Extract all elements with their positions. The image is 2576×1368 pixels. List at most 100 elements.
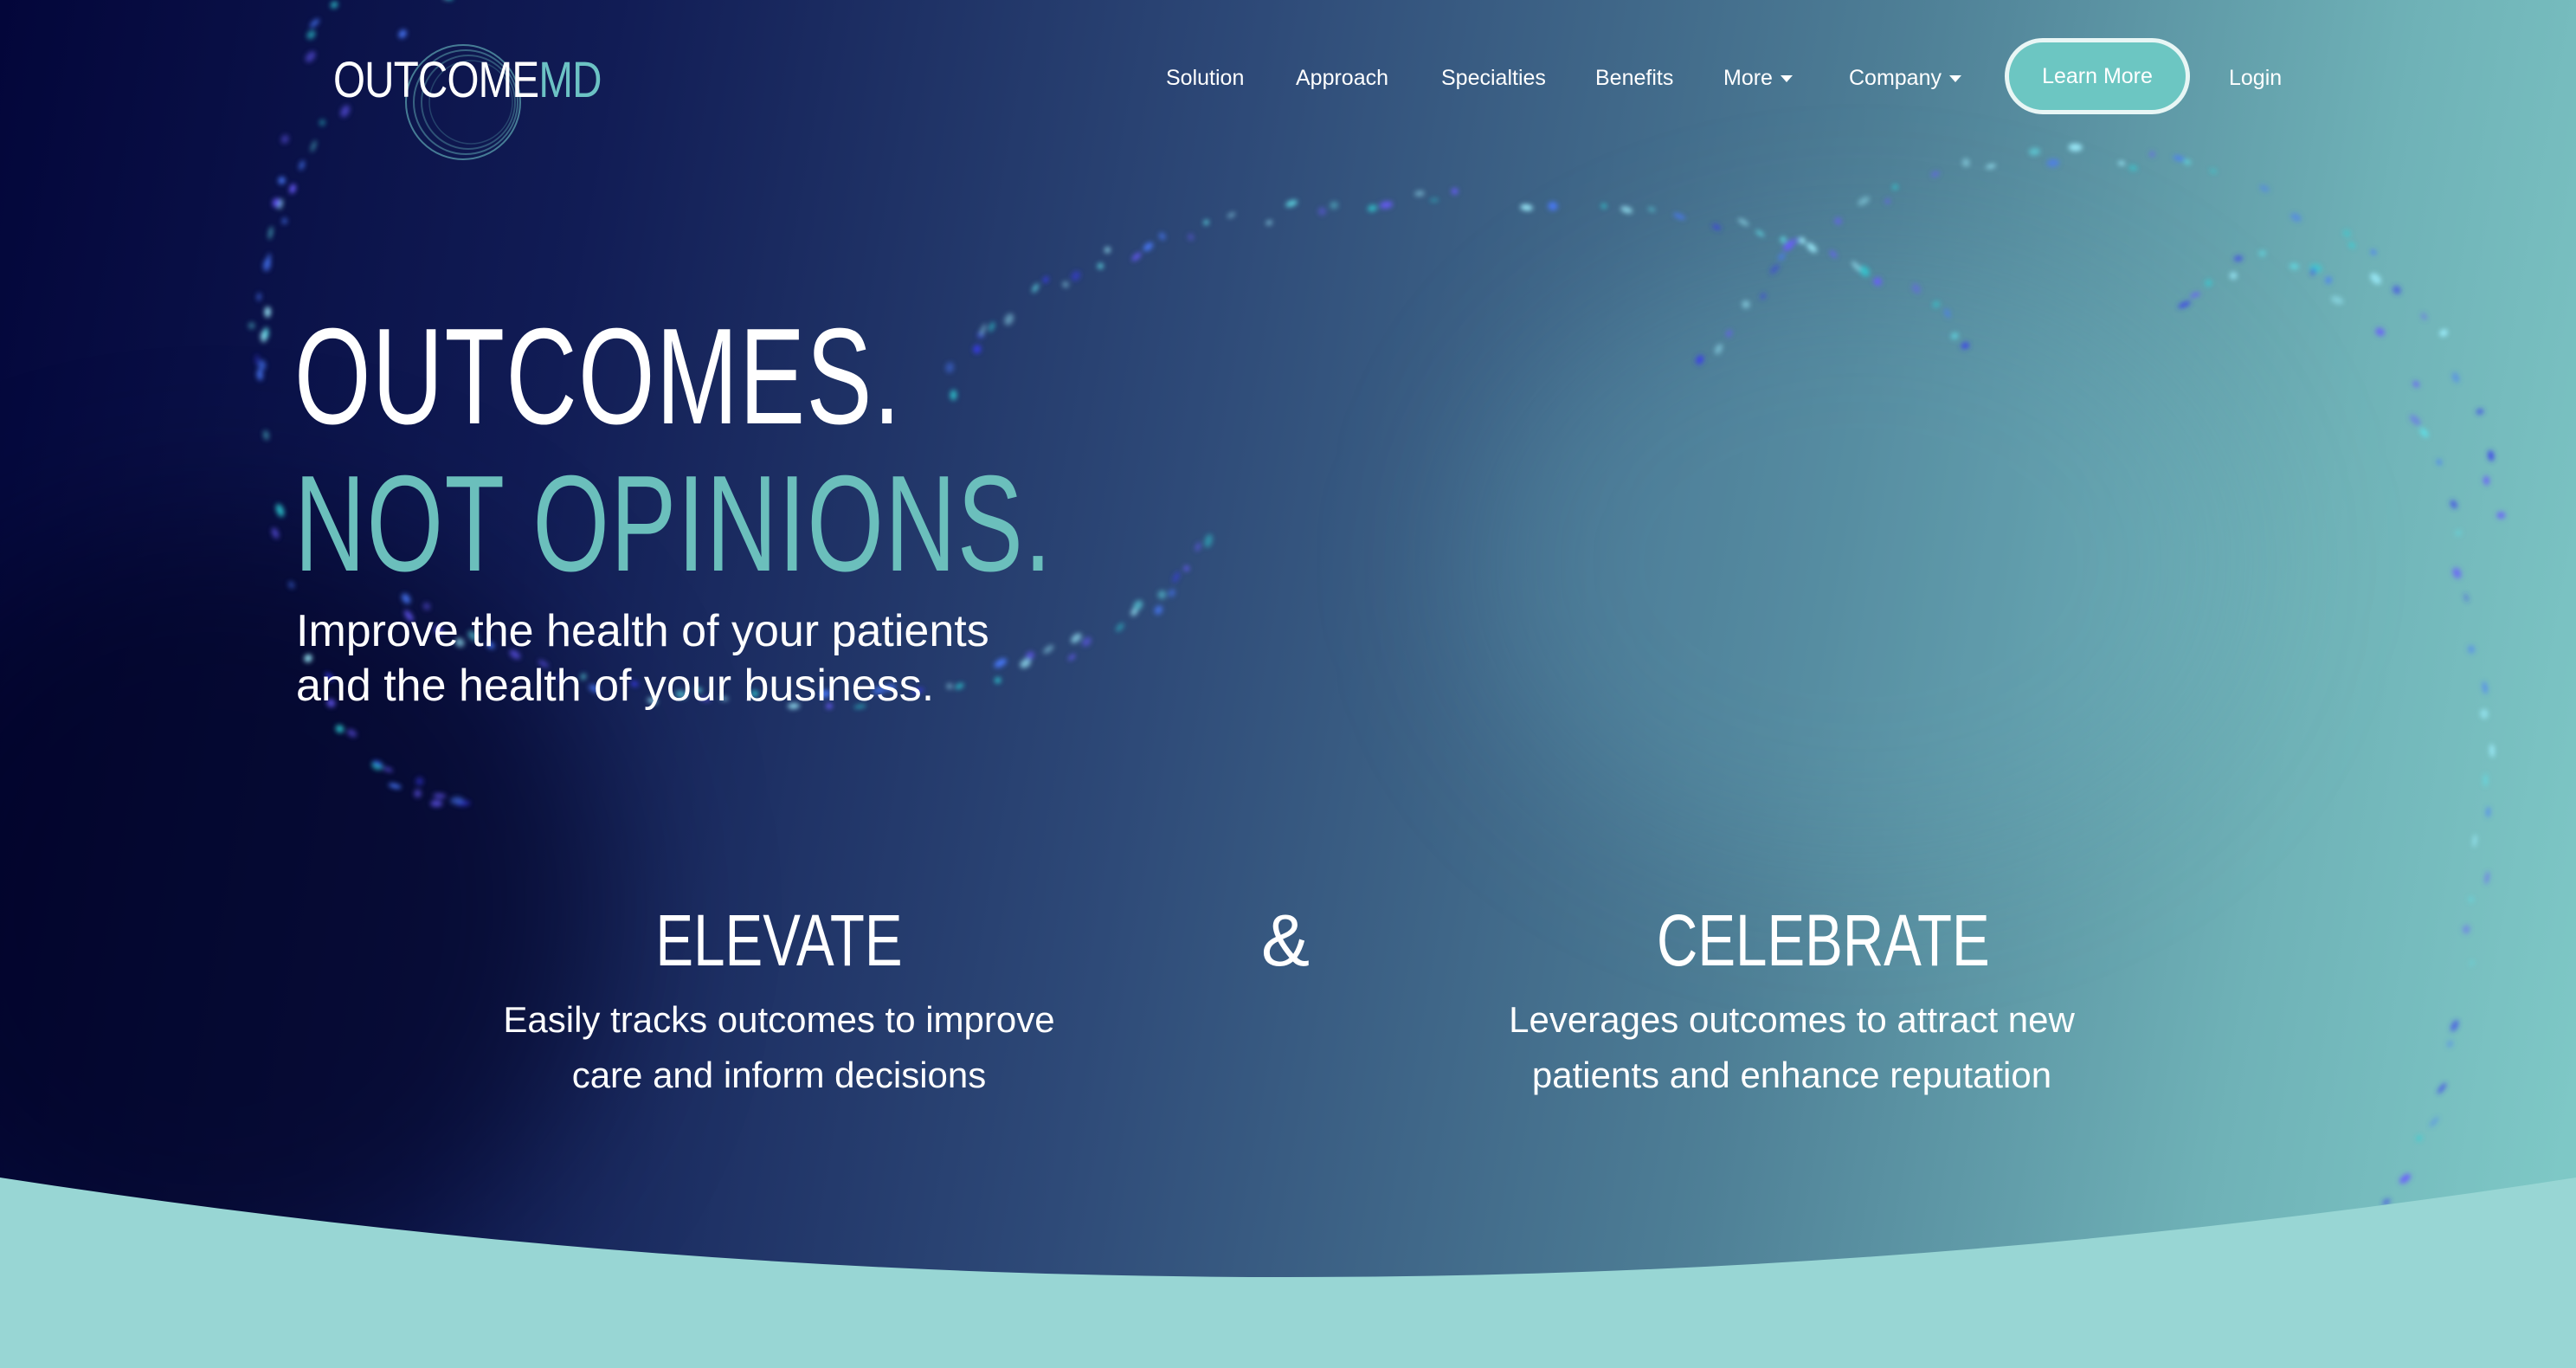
particle-dot [1451, 188, 1459, 195]
nav-company-dropdown[interactable]: Company [1849, 61, 1961, 95]
particle-dot [1950, 332, 1959, 340]
particle-dot [1961, 158, 1970, 167]
particle-dot [2410, 415, 2421, 426]
particle-dot [1004, 313, 1014, 326]
particle-dot [1930, 171, 1940, 177]
nav-solution[interactable]: Solution [1166, 61, 1244, 95]
particle-dot [310, 140, 317, 152]
particle-dot [1183, 565, 1190, 571]
particle-dot [1760, 293, 1767, 300]
particle-dot [1673, 213, 1685, 220]
particle-dot [2462, 925, 2470, 934]
nav-login[interactable]: Login [2229, 61, 2282, 95]
particle-dot [346, 729, 357, 738]
particle-dot [1203, 220, 1209, 225]
nav-specialties[interactable]: Specialties [1441, 61, 1546, 95]
particle-dot [281, 217, 287, 225]
particle-dot [2259, 184, 2270, 192]
particle-dot [2472, 834, 2477, 848]
particle-dot [271, 527, 280, 539]
particle-dot [2470, 959, 2475, 966]
particle-dot [383, 767, 393, 772]
particle-dot [2209, 168, 2218, 174]
particle-dot [2325, 276, 2332, 284]
particle-dot [1131, 252, 1142, 261]
particle-dot [2370, 273, 2382, 285]
particle-dot [950, 390, 957, 401]
particle-dot [2173, 155, 2185, 161]
particle-dot [2467, 645, 2476, 654]
particle-dot [1858, 197, 1870, 206]
particle-dot [1548, 202, 1558, 211]
particle-dot [1755, 229, 1765, 237]
subheadline-line-2: and the health of your business. [296, 661, 935, 711]
nav-approach[interactable]: Approach [1296, 61, 1388, 95]
particle-dot [2486, 806, 2490, 817]
particle-dot [1317, 207, 1327, 216]
particle-dot [275, 503, 285, 517]
particle-dot [2439, 329, 2448, 337]
learn-more-button[interactable]: Learn More [2005, 38, 2190, 114]
particle-dot [2258, 249, 2267, 257]
particle-dot [415, 777, 424, 786]
particle-dot [1714, 344, 1723, 355]
particle-dot [2468, 896, 2474, 903]
particle-dot [1227, 212, 1236, 218]
particle-dot [414, 789, 422, 798]
particle-dot [256, 293, 261, 301]
particle-dot [1806, 242, 1818, 253]
nav-more-label: More [1723, 66, 1773, 90]
particle-dot [2046, 158, 2060, 167]
particle-dot [1892, 184, 1898, 190]
particle-dot [2028, 147, 2040, 156]
particle-dot [306, 30, 316, 40]
feature-desc-line: care and inform decisions [571, 1055, 987, 1095]
particle-dot [2455, 530, 2462, 536]
particle-dot [2128, 165, 2138, 171]
particle-dot [433, 793, 447, 799]
particle-dot [989, 321, 995, 332]
particle-dot [2483, 773, 2488, 787]
particle-dot [2392, 285, 2401, 294]
nav-benefits[interactable]: Benefits [1595, 61, 1673, 95]
subheadline-line-1: Improve the health of your patients [296, 606, 989, 656]
particle-dot [1265, 220, 1272, 226]
particle-dot [1172, 571, 1181, 584]
particle-dot [1742, 300, 1750, 309]
particle-dot [2437, 459, 2442, 465]
particle-dot [1168, 589, 1175, 597]
particle-dot [1157, 590, 1167, 599]
particle-dot [2416, 1135, 2422, 1141]
particle-dot [2480, 708, 2489, 719]
particle-dot [1986, 164, 1996, 169]
particle-dot [1414, 190, 1425, 197]
headline-line-2: NOT OPINIONS. [294, 448, 1053, 600]
particle-dot [1769, 263, 1780, 274]
particle-dot [2412, 380, 2420, 388]
particle-dot [1097, 262, 1104, 269]
particle-dot [2450, 1019, 2459, 1032]
particle-dot [1158, 232, 1166, 241]
particle-dot [2233, 255, 2244, 261]
hero-section: OUTCOMEMD Solution Approach Specialties … [0, 0, 2576, 1368]
particle-dot [1873, 277, 1882, 287]
feature-title-elevate: ELEVATE [655, 900, 903, 981]
particle-dot [1195, 542, 1201, 552]
particle-dot [319, 119, 325, 126]
particle-dot [388, 783, 402, 789]
particle-dot [2205, 279, 2212, 287]
particle-dot [2419, 428, 2429, 438]
particle-dot [1379, 201, 1394, 209]
particle-dot [299, 160, 306, 171]
particle-dot [1647, 207, 1656, 212]
particle-dot [1726, 330, 1732, 338]
nav-more-dropdown[interactable]: More [1723, 61, 1793, 95]
particle-dot [1932, 300, 1941, 308]
feature-desc-line: patients and enhance reputation [1531, 1055, 2052, 1095]
particle-dot [1600, 203, 1607, 209]
chevron-down-icon [1949, 75, 1961, 83]
particle-dot [2068, 143, 2083, 152]
particle-dot [1188, 234, 1195, 241]
particle-dot [2483, 475, 2490, 486]
particle-dot [1032, 283, 1040, 293]
